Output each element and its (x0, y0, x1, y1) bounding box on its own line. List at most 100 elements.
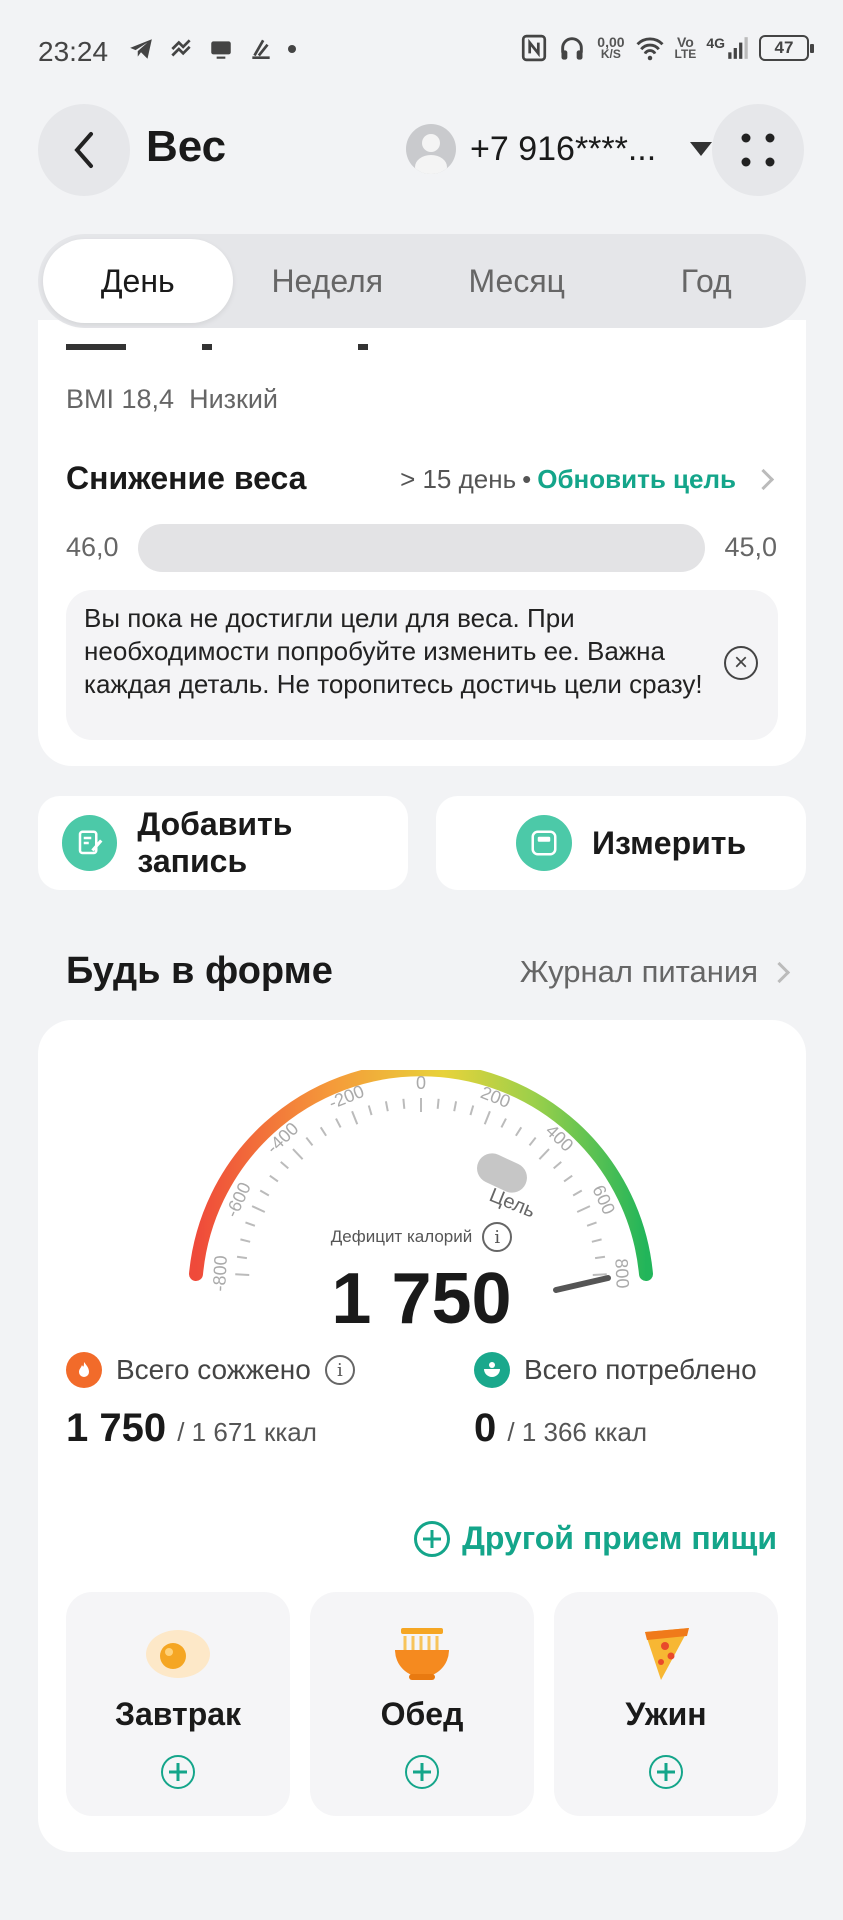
battery-level: 47 (774, 38, 794, 57)
flame-icon (66, 1352, 102, 1388)
food-journal-link[interactable]: Журнал питания (519, 954, 791, 990)
plus-circle-icon (414, 1520, 451, 1557)
back-button[interactable] (38, 104, 130, 196)
notification-icons (128, 36, 296, 62)
battery-icon: 47 (759, 35, 814, 61)
other-meal-button[interactable]: Другой прием пищи (414, 1520, 777, 1557)
meal-dinner[interactable]: Ужин (554, 1592, 778, 1816)
deficit-value: 1 750 (331, 1259, 512, 1339)
screen-icon (211, 41, 231, 59)
headphones-icon (561, 37, 584, 60)
network-type: 4G (706, 35, 725, 51)
info-icon[interactable]: i (482, 1222, 513, 1252)
gauge-tick (402, 1098, 406, 1109)
burned-total: / 1 671 ккал (177, 1417, 317, 1447)
gauge-tick (280, 1161, 289, 1170)
gauge-tick (563, 1174, 573, 1183)
status-bar: 23:24 0,00 K/S Vo LTE 4G 47 (0, 0, 843, 100)
status-time: 23:24 (38, 36, 109, 67)
signal-icon (728, 37, 748, 59)
apps-icon (741, 133, 775, 167)
tab-3[interactable]: Год (612, 239, 802, 323)
gauge-tick (305, 1136, 314, 1147)
weight-progress-bar (138, 524, 705, 572)
gauge-tick (572, 1189, 583, 1197)
gauge-tick (469, 1105, 475, 1116)
system-icons: 0,00 K/S Vo LTE 4G 47 (521, 34, 814, 62)
edit-note-icon (62, 815, 118, 871)
meal-label: Ужин (625, 1696, 707, 1732)
burned-label: Всего сожжено (116, 1354, 311, 1385)
gauge-tick (515, 1126, 523, 1137)
deficit-label: Дефицит калорий (330, 1227, 473, 1246)
goal-tip-text: Вы пока не достигли цели для веса. При н… (84, 603, 703, 699)
weight-start: 46,0 (66, 532, 119, 562)
add-record-label: Добавить запись (137, 806, 293, 879)
consumed-stat: Всего потреблено 0 / 1 366 ккал (474, 1352, 757, 1451)
egg-icon (146, 1630, 210, 1678)
account-number: +7 916****... (470, 129, 657, 168)
goal-days: > 15 день (400, 464, 517, 494)
measure-label: Измерить (592, 824, 747, 861)
gauge-tick (269, 1174, 279, 1183)
tab-2[interactable]: Месяц (422, 239, 612, 323)
consumed-values: 0 / 1 366 ккал (474, 1406, 757, 1451)
gauge-tick (292, 1148, 304, 1160)
wifi-icon (636, 37, 664, 61)
meal-lunch[interactable]: Обед (310, 1592, 534, 1816)
add-record-button[interactable]: Добавить запись (38, 796, 408, 890)
account-selector[interactable]: +7 916****... (406, 124, 713, 174)
gauge-tick (335, 1118, 342, 1128)
consumed-header: Всего потреблено (474, 1352, 757, 1388)
signal-indicator: 4G (706, 35, 749, 61)
chevron-down-icon (690, 142, 713, 156)
goal-update-link[interactable]: > 15 день • Обновить цель (400, 464, 775, 495)
gauge-tick-label: 0 (416, 1073, 426, 1093)
apps-button[interactable] (712, 104, 804, 196)
gauge-tick (319, 1126, 327, 1137)
nfc-icon (522, 34, 547, 62)
gauge-tick (576, 1205, 591, 1213)
gauge-tick (453, 1101, 458, 1112)
gauge-tick (436, 1098, 440, 1109)
plus-circle-icon[interactable] (405, 1755, 439, 1789)
pizza-icon (645, 1628, 689, 1680)
gauge-tick (483, 1110, 491, 1125)
meal-breakfast[interactable]: Завтрак (66, 1592, 290, 1816)
gauge-tick (367, 1105, 373, 1116)
deficit-label-row: Дефицит калорий i (0, 1222, 843, 1252)
bmi-status: Низкий (189, 384, 279, 414)
food-journal-label: Журнал питания (519, 954, 758, 989)
gauge-tick (259, 1189, 270, 1197)
volte-bottom: LTE (674, 47, 697, 61)
avatar (406, 124, 456, 174)
gauge-tick (251, 1205, 266, 1213)
other-meal-label: Другой прием пищи (462, 1520, 777, 1556)
tab-0[interactable]: День (43, 239, 233, 323)
gauge-tick (351, 1110, 359, 1125)
plus-circle-icon[interactable] (649, 1755, 683, 1789)
measure-button[interactable]: Измерить (436, 796, 806, 890)
plus-circle-icon[interactable] (161, 1755, 195, 1789)
bowl-icon (474, 1352, 510, 1388)
scale-icon (516, 815, 572, 871)
burned-stat: Всего сожжено i 1 750 / 1 671 ккал (66, 1352, 355, 1451)
app-icon (171, 39, 191, 57)
noodle-bowl-icon (395, 1628, 449, 1680)
goal-tip: Вы пока не достигли цели для веса. При н… (66, 590, 778, 740)
close-icon[interactable]: × (724, 646, 758, 680)
update-goal-label: Обновить цель (537, 464, 736, 494)
net-speed: 0,00 K/S (597, 35, 624, 60)
chevron-right-icon (768, 961, 791, 983)
burned-header: Всего сожжено i (66, 1352, 355, 1388)
gauge-tick (553, 1161, 562, 1170)
bmi-value: BMI 18,4 (66, 384, 175, 414)
volte-indicator: Vo LTE (674, 35, 697, 61)
info-icon[interactable]: i (324, 1355, 355, 1385)
tab-1[interactable]: Неделя (233, 239, 423, 323)
consumed-value: 0 (474, 1406, 497, 1450)
section-title: Будь в форме (66, 950, 333, 992)
weight-target: 45,0 (724, 532, 777, 562)
burned-value: 1 750 (66, 1406, 167, 1450)
meal-label: Обед (380, 1696, 464, 1732)
